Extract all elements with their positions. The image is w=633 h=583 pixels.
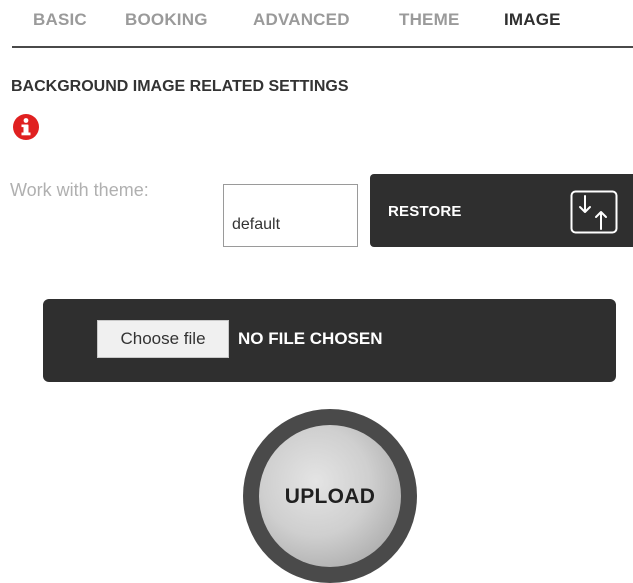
upload-button[interactable]: UPLOAD	[243, 409, 417, 583]
tab-basic[interactable]: BASIC	[33, 10, 87, 30]
choose-file-button[interactable]: Choose file	[97, 320, 229, 358]
file-status: NO FILE CHOSEN	[238, 329, 383, 348]
tab-divider	[12, 46, 633, 48]
tab-booking[interactable]: BOOKING	[125, 10, 208, 30]
import-export-icon	[570, 190, 618, 234]
theme-label: Work with theme:	[10, 180, 149, 200]
info-icon[interactable]	[11, 112, 41, 142]
file-input-bar: Choose file NO FILE CHOSEN	[43, 299, 616, 382]
restore-button[interactable]: RESTORE	[370, 174, 633, 247]
section-title: BACKGROUND IMAGE RELATED SETTINGS	[11, 78, 349, 95]
tab-image[interactable]: IMAGE	[504, 10, 561, 30]
theme-input[interactable]	[223, 184, 358, 247]
restore-label: RESTORE	[388, 203, 462, 220]
upload-button-face: UPLOAD	[259, 425, 401, 567]
tab-advanced[interactable]: ADVANCED	[253, 10, 350, 30]
tab-bar: BASIC BOOKING ADVANCED THEME IMAGE	[0, 0, 633, 48]
upload-label: UPLOAD	[284, 485, 376, 508]
tab-theme[interactable]: THEME	[399, 10, 460, 30]
